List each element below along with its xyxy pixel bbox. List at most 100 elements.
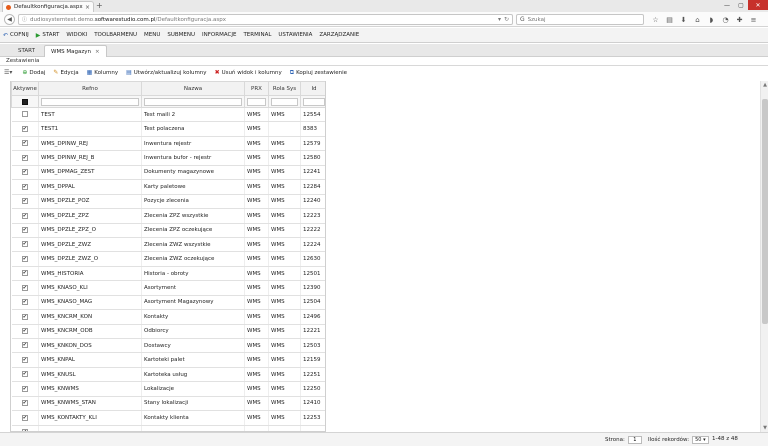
table-row[interactable]: WMS_HISTORIAHistoria - obrotyWMSWMS12501 [11,266,325,282]
filter-refno-input[interactable] [41,97,139,106]
active-checkbox[interactable] [21,154,28,161]
menu-item-cofnij[interactable]: ↶ COFNIJ [3,32,29,39]
scroll-down-icon[interactable]: ▼ [761,424,768,432]
bookmark-star-icon[interactable]: ☆ [650,14,661,25]
active-checkbox[interactable] [21,385,28,392]
scrollbar-thumb[interactable] [762,99,768,324]
menu-item-zarzadzanie[interactable]: ZARZĄDZANIE [319,32,359,38]
active-checkbox[interactable] [21,356,28,363]
close-tab-icon[interactable]: × [85,4,90,11]
info-icon[interactable]: ⓘ [22,16,27,23]
table-row[interactable]: WMS_KNKON_DOSDostawcyWMSWMS12503 [11,338,325,354]
menu-item-submenu[interactable]: SUBMENU [167,32,195,38]
table-row[interactable]: WMS_KNPALKartoteki paletWMSWMS12159 [11,352,325,368]
download-icon[interactable]: ⬇ [678,14,689,25]
active-checkbox[interactable] [21,183,28,190]
extension-icon[interactable]: ✚ [734,14,745,25]
menu-item-widoki[interactable]: WIDOKI [66,32,87,38]
active-checkbox[interactable] [21,140,28,147]
close-tab-wms-icon[interactable]: × [95,49,100,55]
add-button[interactable]: ⊕ Dodaj [22,69,45,76]
menu-item-ustawienia[interactable]: USTAWIENIA [278,32,312,38]
home-icon[interactable]: ⌂ [692,14,703,25]
tab-wms-magazyn[interactable]: WMS Magazyn × [44,45,107,57]
table-row[interactable]: WMS_KNCRM_KONKontaktyWMSWMS12496 [11,309,325,325]
header-prx[interactable]: PRX [244,81,269,96]
reload-icon[interactable]: ↻ [504,16,509,23]
menu-item-menu[interactable]: MENU [144,32,160,38]
table-row[interactable]: WMS_KNCRM_ODBOdbiorcyWMSWMS12221 [11,324,325,340]
active-checkbox[interactable] [21,125,28,132]
create-update-columns-button[interactable]: ▤ Utwórz/aktualizuj kolumny [126,69,206,76]
table-row[interactable]: WMS_DPPALKarty paletoweWMSWMS12284 [11,179,325,195]
filter-rola-input[interactable] [271,97,298,106]
share-icon[interactable]: ◔ [720,14,731,25]
active-checkbox[interactable] [21,414,28,421]
back-button[interactable]: ◀ [4,14,15,25]
delete-view-button[interactable]: ✖ Usuń widok i kolumny [215,69,282,76]
view-menu-button[interactable]: ☰▾ [4,69,14,76]
copy-report-button[interactable]: ⧉ Kopiuj zestawienie [290,69,347,77]
menu-item-informacje[interactable]: INFORMACJE [202,32,236,38]
table-row[interactable] [11,425,325,431]
active-checkbox[interactable] [21,169,28,176]
table-row[interactable]: WMS_KNWMS_STANStany lokalizacjiWMSWMS124… [11,396,325,412]
tab-start[interactable]: START [12,45,41,57]
new-tab-button[interactable]: + [96,2,103,10]
menu-item-terminal[interactable]: TERMINAL [243,32,271,38]
browser-tab[interactable]: Defaultkonfiguracja.aspx × [2,1,94,12]
dropdown-arrow-icon[interactable]: ▾ [498,16,501,23]
table-row[interactable]: WMS_KNUSLKartoteka usługWMSWMS12251 [11,367,325,383]
active-checkbox[interactable] [21,371,28,378]
header-aktywne[interactable]: Aktywne [11,81,39,96]
table-row[interactable]: WMS_KNASO_MAGAsortyment MagazynowyWMSWMS… [11,295,325,311]
active-checkbox[interactable] [21,212,28,219]
menu-item-toolbarmenu[interactable]: TOOLBARMENU [94,32,137,38]
active-checkbox[interactable] [21,226,28,233]
window-close-icon[interactable]: ✕ [748,0,768,10]
search-input[interactable] [527,16,628,23]
active-checkbox[interactable] [21,328,28,335]
table-row[interactable]: WMS_DPZLE_ZPZZlecenia ZPZ wszystkieWMSWM… [11,208,325,224]
filter-nazwa-input[interactable] [144,97,242,106]
table-row[interactable]: WMS_DPZLE_ZPZ_OZlecenia ZPZ oczekująceWM… [11,223,325,238]
header-rola-sys[interactable]: Rola Sys [268,81,301,96]
table-row[interactable]: TEST1Test polaczenaWMS 8383 [11,121,325,137]
table-row[interactable]: WMS_DPZLE_ZWZ_OZlecenia ZWZ oczekująceWM… [11,251,325,267]
active-checkbox[interactable] [21,270,28,277]
menu-item-start[interactable]: ▶ START [36,32,60,39]
table-row[interactable]: WMS_DPZLE_POZPozycje zleceniaWMSWMS12240 [11,194,325,210]
table-row[interactable]: WMS_DPMAG_ZESTDokumenty magazynoweWMSWMS… [11,165,325,181]
table-row[interactable]: WMS_KONTAKTY_KLIKontakty klientaWMSWMS12… [11,410,325,426]
hamburger-menu-icon[interactable]: ≡ [748,14,759,25]
record-count-select[interactable]: 50 ▾ [692,436,709,444]
header-id[interactable]: Id [300,81,325,96]
active-checkbox[interactable] [21,241,28,248]
table-row[interactable]: WMS_DPINW_REJInwentura rejestrWMSWMS1257… [11,136,325,152]
filter-id-input[interactable] [303,97,325,106]
table-row[interactable]: WMS_KNWMSLokalizacjeWMSWMS12250 [11,381,325,397]
filter-prx-input[interactable] [247,97,266,106]
table-row[interactable]: TEST Test maili 2 WMS WMS 12554 [11,107,325,123]
table-row[interactable]: WMS_DPINW_REJ_BInwentura bufor - rejestr… [11,150,325,166]
columns-button[interactable]: ▦ Kolumny [87,69,118,76]
filter-aktywne[interactable] [11,95,39,108]
url-bar[interactable]: ⓘ dudiosystemtest.demo.softwarestudio.co… [18,14,513,25]
scroll-up-icon[interactable]: ▲ [761,81,768,89]
active-checkbox[interactable] [21,111,28,118]
pocket-icon[interactable]: ◗ [706,14,717,25]
search-bar[interactable]: G [516,14,644,25]
active-checkbox[interactable] [21,313,28,320]
active-checkbox[interactable] [21,284,28,291]
header-refno[interactable]: Refno [38,81,142,96]
edit-button[interactable]: ✎ Edycja [53,69,78,76]
table-row[interactable]: WMS_KNASO_KLIAsortymentWMSWMS12390 [11,280,325,296]
header-nazwa[interactable]: Nazwa [141,81,245,96]
active-checkbox[interactable] [21,342,28,349]
reading-list-icon[interactable]: ▤ [664,14,675,25]
active-checkbox[interactable] [21,198,28,205]
maximize-icon[interactable]: ▢ [734,0,748,10]
active-checkbox[interactable] [21,299,28,306]
page-number-input[interactable] [627,436,642,444]
table-row[interactable]: WMS_DPZLE_ZWZZlecenia ZWZ wszystkieWMSWM… [11,237,325,253]
